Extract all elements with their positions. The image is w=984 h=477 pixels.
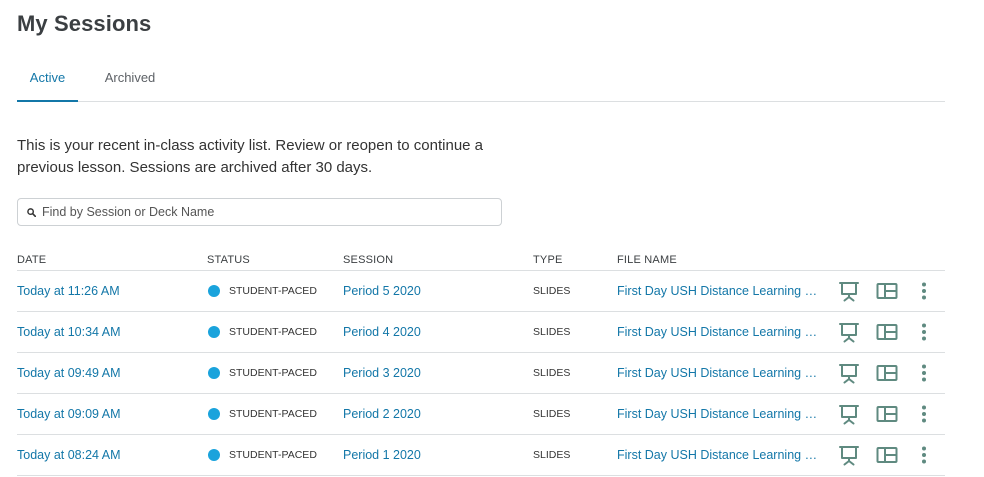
session-status: STUDENT-PACED xyxy=(208,394,317,434)
present-button[interactable] xyxy=(838,271,860,311)
status-dot-icon xyxy=(208,326,220,338)
status-dot-icon xyxy=(208,408,220,420)
more-options-button[interactable] xyxy=(917,435,931,475)
session-status: STUDENT-PACED xyxy=(208,271,317,311)
tab-bar: Active Archived xyxy=(17,58,945,102)
status-dot-icon xyxy=(208,367,220,379)
table-row: Today at 09:09 AM STUDENT-PACED Period 2… xyxy=(17,394,945,435)
presentation-board-icon xyxy=(839,364,859,384)
more-options-icon xyxy=(922,405,926,423)
presentation-board-icon xyxy=(839,282,859,302)
table-row: Today at 08:24 AM STUDENT-PACED Period 1… xyxy=(17,435,945,476)
present-button[interactable] xyxy=(838,435,860,475)
view-session-button[interactable] xyxy=(876,271,898,311)
session-name-link[interactable]: Period 2 2020 xyxy=(343,394,421,434)
session-type: SLIDES xyxy=(533,449,571,461)
sessions-table: DATE STATUS SESSION TYPE FILE NAME Today… xyxy=(17,252,945,476)
session-type: SLIDES xyxy=(533,285,571,297)
session-type: SLIDES xyxy=(533,408,571,420)
more-options-icon xyxy=(922,282,926,300)
search-icon xyxy=(27,207,36,217)
status-label: STUDENT-PACED xyxy=(229,449,317,461)
session-name-link[interactable]: Period 4 2020 xyxy=(343,312,421,352)
presentation-board-icon xyxy=(839,323,859,343)
page-title: My Sessions xyxy=(17,11,152,36)
more-options-icon xyxy=(922,364,926,382)
status-dot-icon xyxy=(208,285,220,297)
file-name-link[interactable]: First Day USH Distance Learning Lesson xyxy=(617,312,819,352)
file-name-link[interactable]: First Day USH Distance Learning Lesson xyxy=(617,435,819,475)
search-input[interactable] xyxy=(40,204,501,220)
present-button[interactable] xyxy=(838,353,860,393)
presentation-board-icon xyxy=(839,446,859,466)
more-options-button[interactable] xyxy=(917,353,931,393)
column-header-type: TYPE xyxy=(533,254,563,266)
table-row: Today at 11:26 AM STUDENT-PACED Period 5… xyxy=(17,271,945,312)
search-box[interactable] xyxy=(17,198,502,226)
session-date-link[interactable]: Today at 11:26 AM xyxy=(17,271,120,311)
table-row: Today at 10:34 AM STUDENT-PACED Period 4… xyxy=(17,312,945,353)
status-dot-icon xyxy=(208,449,220,461)
session-name-link[interactable]: Period 3 2020 xyxy=(343,353,421,393)
more-options-button[interactable] xyxy=(917,271,931,311)
session-status: STUDENT-PACED xyxy=(208,435,317,475)
session-name-link[interactable]: Period 1 2020 xyxy=(343,435,421,475)
session-name-link[interactable]: Period 5 2020 xyxy=(343,271,421,311)
session-date-link[interactable]: Today at 08:24 AM xyxy=(17,435,121,475)
session-type: SLIDES xyxy=(533,326,571,338)
file-name-link[interactable]: First Day USH Distance Learning Lesson xyxy=(617,353,819,393)
view-session-button[interactable] xyxy=(876,312,898,352)
column-header-session: SESSION xyxy=(343,254,394,266)
more-options-button[interactable] xyxy=(917,312,931,352)
column-header-date: DATE xyxy=(17,254,47,266)
status-label: STUDENT-PACED xyxy=(229,408,317,420)
view-session-button[interactable] xyxy=(876,394,898,434)
present-button[interactable] xyxy=(838,312,860,352)
tab-active[interactable]: Active xyxy=(17,58,78,102)
view-session-button[interactable] xyxy=(876,353,898,393)
file-name-link[interactable]: First Day USH Distance Learning Lesson xyxy=(617,271,819,311)
table-body: Today at 11:26 AM STUDENT-PACED Period 5… xyxy=(17,271,945,476)
tab-archived[interactable]: Archived xyxy=(104,58,156,100)
status-label: STUDENT-PACED xyxy=(229,326,317,338)
session-viewer-icon xyxy=(876,365,898,381)
session-date-link[interactable]: Today at 09:49 AM xyxy=(17,353,121,393)
column-header-status: STATUS xyxy=(207,254,250,266)
present-button[interactable] xyxy=(838,394,860,434)
more-options-button[interactable] xyxy=(917,394,931,434)
session-viewer-icon xyxy=(876,283,898,299)
session-type: SLIDES xyxy=(533,367,571,379)
session-date-link[interactable]: Today at 10:34 AM xyxy=(17,312,121,352)
column-header-file-name: FILE NAME xyxy=(617,254,677,266)
session-status: STUDENT-PACED xyxy=(208,353,317,393)
session-viewer-icon xyxy=(876,324,898,340)
file-name-link[interactable]: First Day USH Distance Learning Lesson xyxy=(617,394,819,434)
table-header: DATE STATUS SESSION TYPE FILE NAME xyxy=(17,252,945,271)
intro-text: This is your recent in-class activity li… xyxy=(17,137,484,176)
more-options-icon xyxy=(922,446,926,464)
view-session-button[interactable] xyxy=(876,435,898,475)
status-label: STUDENT-PACED xyxy=(229,367,317,379)
session-status: STUDENT-PACED xyxy=(208,312,317,352)
session-viewer-icon xyxy=(876,447,898,463)
session-date-link[interactable]: Today at 09:09 AM xyxy=(17,394,121,434)
status-label: STUDENT-PACED xyxy=(229,285,317,297)
table-row: Today at 09:49 AM STUDENT-PACED Period 3… xyxy=(17,353,945,394)
session-viewer-icon xyxy=(876,406,898,422)
presentation-board-icon xyxy=(839,405,859,425)
more-options-icon xyxy=(922,323,926,341)
